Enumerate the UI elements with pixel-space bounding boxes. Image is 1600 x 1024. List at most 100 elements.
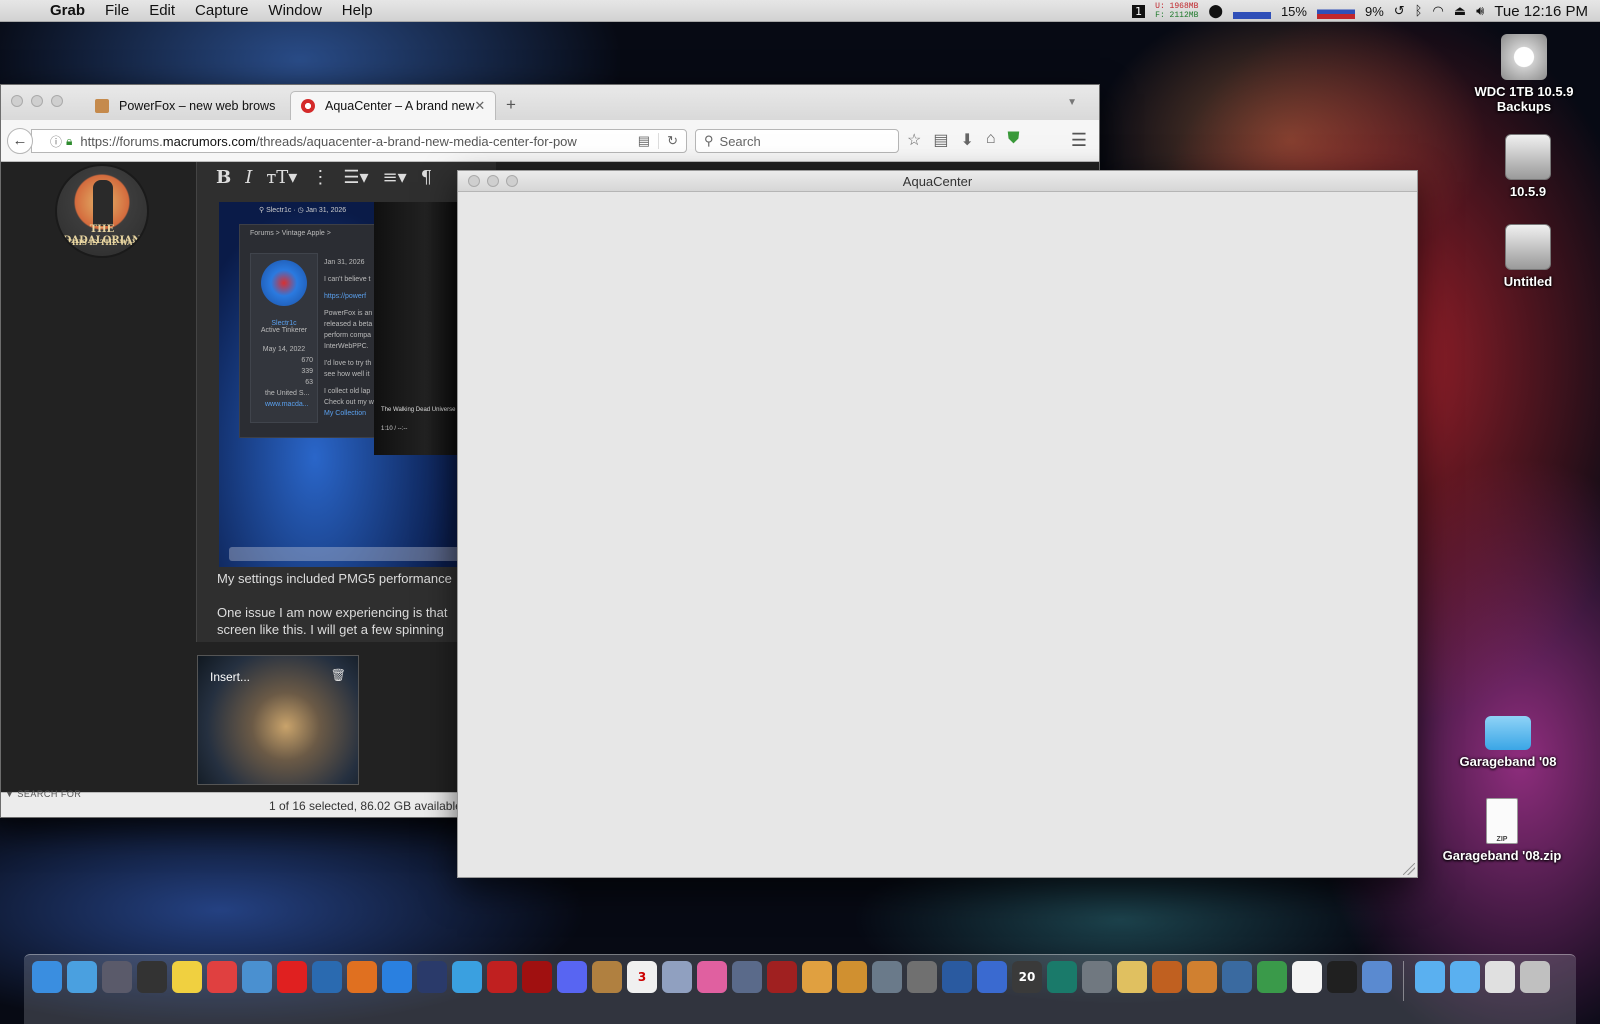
desktop-icon-garageband-folder[interactable]: Garageband '08	[1448, 706, 1568, 769]
utility-icon[interactable]	[872, 961, 902, 993]
notes-icon[interactable]	[1117, 961, 1147, 993]
calendar-icon[interactable]: 3	[627, 961, 657, 993]
system-preferences-icon[interactable]	[1082, 961, 1112, 993]
desktop-icon-backups[interactable]: WDC 1TB 10.5.9 Backups	[1464, 34, 1584, 114]
volume-icon[interactable]: 🔊︎	[1476, 4, 1484, 19]
menu-clock[interactable]: Tue 12:16 PM	[1494, 3, 1588, 20]
minimize-window-button[interactable]	[487, 175, 499, 187]
coda-icon[interactable]	[942, 961, 972, 993]
menu-file[interactable]: File	[95, 2, 139, 19]
paragraph-icon[interactable]: ¶	[421, 167, 432, 188]
bluetooth-icon[interactable]: ᛒ	[1415, 4, 1423, 19]
network-icon[interactable]	[312, 961, 342, 993]
home-icon[interactable]: ⌂	[986, 130, 996, 150]
ubar-icon[interactable]: 1	[1132, 4, 1146, 18]
youtube-icon[interactable]	[277, 961, 307, 993]
close-tab-icon[interactable]: ✕	[474, 98, 485, 114]
discord-icon[interactable]	[557, 961, 587, 993]
attachment-thumbnail[interactable]: Insert... 🗑︎	[197, 655, 359, 785]
safari-compass-icon[interactable]	[67, 961, 97, 993]
list-icon[interactable]: ☰▾	[343, 167, 368, 188]
network-graph-icon[interactable]	[1316, 3, 1355, 19]
itunes-icon[interactable]	[697, 961, 727, 993]
time-machine-menu-icon[interactable]: ↺	[1394, 4, 1405, 19]
url-bar[interactable]: ⓘ 🔒︎ https://forums. macrumors.com/thread…	[31, 129, 687, 153]
zoom-window-button[interactable]	[506, 175, 518, 187]
menu-window[interactable]: Window	[258, 2, 331, 19]
tab-list-chevron-icon[interactable]: ▼	[1067, 97, 1077, 108]
reader-view-icon[interactable]: ▤	[630, 133, 658, 149]
textedit-icon[interactable]	[1292, 961, 1322, 993]
steam-icon[interactable]	[417, 961, 447, 993]
photo-booth-icon[interactable]	[767, 961, 797, 993]
terminal-icon[interactable]	[1327, 961, 1357, 993]
contacts-icon[interactable]	[592, 961, 622, 993]
menu-help[interactable]: Help	[332, 2, 383, 19]
dashboard-icon[interactable]	[137, 961, 167, 993]
cpu-graph-icon[interactable]	[1232, 3, 1271, 19]
documents-icon[interactable]	[1485, 961, 1515, 993]
minimize-window-button[interactable]	[31, 95, 43, 107]
menu-edit[interactable]: Edit	[139, 2, 185, 19]
unreal-icon[interactable]	[487, 961, 517, 993]
shield-icon[interactable]: ⛊	[1008, 130, 1020, 150]
downloads-folder-icon[interactable]	[1450, 961, 1480, 993]
wifi-icon[interactable]: ◠	[1432, 4, 1443, 19]
italic-icon[interactable]: I	[245, 167, 252, 188]
text-size-icon[interactable]: ᴛT▾	[266, 167, 297, 188]
downloads-icon[interactable]: ⬇	[960, 130, 973, 150]
bookmarks-list-icon[interactable]: ▤	[933, 130, 948, 150]
desktop-icon-garageband-zip[interactable]: ZIP Garageband '08.zip	[1442, 798, 1562, 863]
garageband-icon[interactable]	[1152, 961, 1182, 993]
bold-icon[interactable]: B	[216, 167, 231, 188]
firefox-icon[interactable]	[347, 961, 377, 993]
resize-grip-icon[interactable]	[1403, 863, 1415, 875]
reload-icon[interactable]: ↻	[658, 133, 686, 149]
pages-icon[interactable]	[802, 961, 832, 993]
archive-icon[interactable]	[907, 961, 937, 993]
more-options-icon[interactable]: ⋮	[311, 167, 329, 188]
eject-icon[interactable]: ⏏	[1454, 4, 1466, 19]
info-icon[interactable]: ⓘ	[50, 133, 62, 150]
preview-icon[interactable]	[242, 961, 272, 993]
mission-control-icon[interactable]	[732, 961, 762, 993]
align-icon[interactable]: ≡▾	[383, 167, 407, 188]
memory-meter[interactable]: U: 1968MB F: 2112MB	[1155, 2, 1198, 20]
time-machine-icon[interactable]	[1047, 961, 1077, 993]
mail-icon[interactable]	[662, 961, 692, 993]
bookmark-star-icon[interactable]: ☆	[907, 130, 921, 150]
launchpad-icon[interactable]	[102, 961, 132, 993]
messages-icon[interactable]	[452, 961, 482, 993]
desktop-icon-10-5-9[interactable]: 10.5.9	[1468, 134, 1588, 199]
trash-icon[interactable]	[1520, 961, 1550, 993]
close-window-button[interactable]	[11, 95, 23, 107]
tab-powerfox[interactable]: PowerFox – new web brows	[85, 91, 287, 120]
grapher-icon[interactable]	[1222, 961, 1252, 993]
menu-capture[interactable]: Capture	[185, 2, 258, 19]
user-avatar[interactable]: THE DADALORIAN THIS IS THE WAY	[55, 164, 149, 258]
search-input[interactable]: ⚲ Search	[695, 129, 899, 153]
applications-folder-icon[interactable]	[1415, 961, 1445, 993]
app-menu-grab[interactable]: Grab	[40, 2, 95, 19]
close-window-button[interactable]	[468, 175, 480, 187]
finder-icon[interactable]	[32, 961, 62, 993]
safari-icon[interactable]	[382, 961, 412, 993]
back-button[interactable]: ←	[7, 128, 33, 154]
new-tab-button[interactable]: +	[506, 95, 516, 115]
desktop-icon-untitled[interactable]: Untitled	[1468, 224, 1588, 289]
gmail-icon[interactable]	[207, 961, 237, 993]
disk-activity-icon[interactable]: ⬤	[1208, 4, 1223, 19]
window-title-bar[interactable]: AquaCenter	[458, 171, 1417, 192]
tab-aquacenter[interactable]: AquaCenter – A brand new ✕	[290, 91, 496, 120]
speed-icon[interactable]: 20	[1012, 961, 1042, 993]
stickies-icon[interactable]	[172, 961, 202, 993]
iphoto-icon[interactable]	[837, 961, 867, 993]
trash-icon[interactable]: 🗑︎	[331, 668, 346, 682]
keynote-icon[interactable]	[1187, 961, 1217, 993]
crosshair-icon[interactable]	[522, 961, 552, 993]
xcode-icon[interactable]	[1362, 961, 1392, 993]
bbedit-icon[interactable]	[977, 961, 1007, 993]
insert-attachment-label[interactable]: Insert...	[210, 670, 250, 684]
zoom-window-button[interactable]	[51, 95, 63, 107]
numbers-icon[interactable]	[1257, 961, 1287, 993]
